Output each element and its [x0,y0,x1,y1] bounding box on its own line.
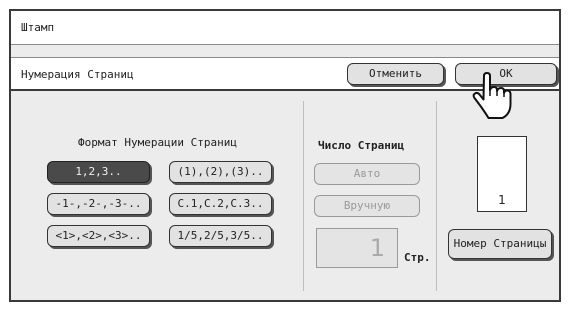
format-heading: Формат Нумерации Страниц [78,136,237,149]
page-count-field[interactable]: 1 [316,228,398,268]
format-option-paren[interactable]: (1),(2),(3).. [169,161,272,183]
manual-button[interactable]: Вручную [314,195,420,217]
page-preview: 1 [477,136,527,212]
unit-label: Стр. [404,251,431,264]
divider [436,101,437,291]
format-option-1-2-3[interactable]: 1,2,3.. [47,161,150,183]
format-option-fraction[interactable]: 1/5,2/5,3/5.. [169,225,272,247]
format-option-c[interactable]: C.1,C.2,C.3.. [169,193,272,215]
auto-button[interactable]: Авто [314,163,420,185]
format-option-dash[interactable]: -1-,-2-,-3-.. [47,193,150,215]
page-number-button[interactable]: Номер Страницы [448,229,552,259]
window-title: Штамп [21,21,55,34]
divider [303,101,304,291]
cancel-button[interactable]: Отменить [347,63,444,85]
section-title: Нумерация Страниц [21,68,134,81]
stamp-dialog: Штамп Нумерация Страниц Отменить OK Форм… [9,9,561,302]
preview-page-number: 1 [498,193,506,207]
title-bar: Штамп [11,11,559,45]
count-heading: Число Страниц [318,139,405,152]
settings-panel: Формат Нумерации Страниц 1,2,3.. (1),(2)… [11,91,559,300]
format-option-angle[interactable]: <1>,<2>,<3>.. [47,225,150,247]
hand-pointer-icon [472,72,512,119]
